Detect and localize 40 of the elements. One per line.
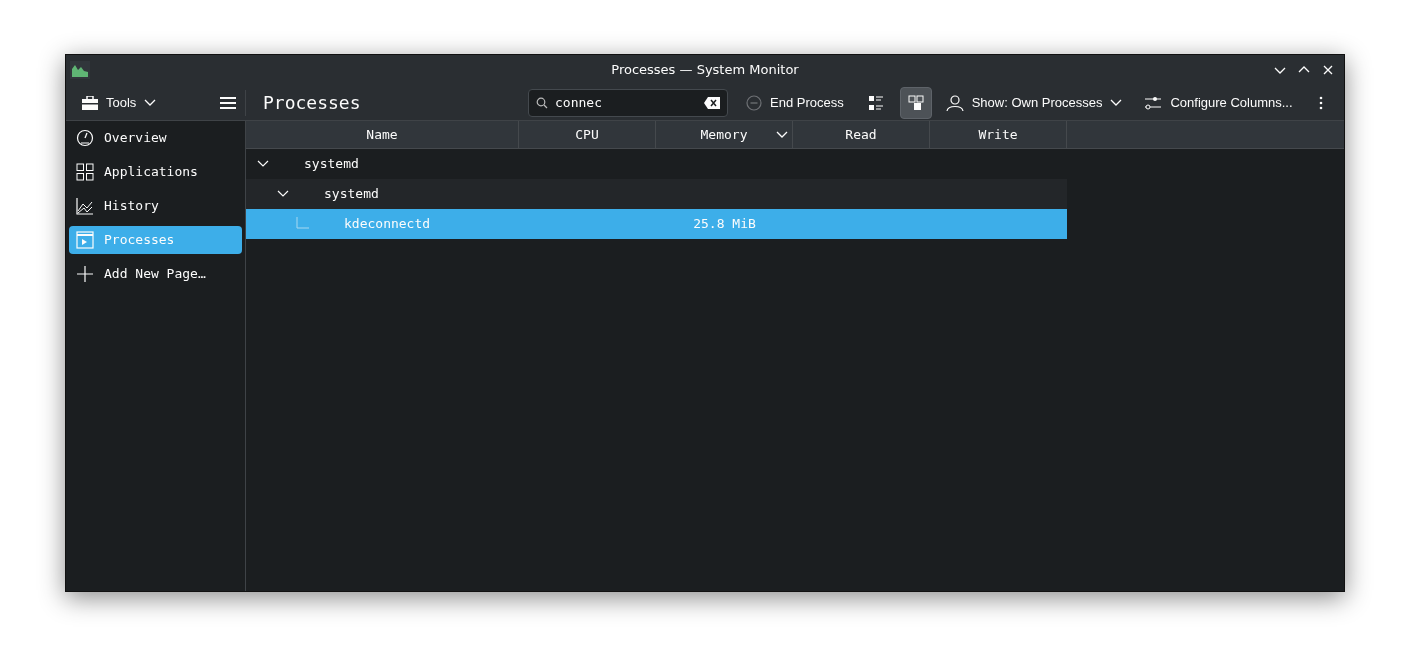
sidebar-item[interactable]: Add New Page… [69,260,242,288]
column-header[interactable]: Read [793,121,930,148]
process-name: systemd [324,185,379,204]
line-chart-icon [76,197,94,215]
sidebar-item[interactable]: History [69,192,242,220]
gauge-icon [76,129,94,147]
plus-icon [76,265,94,283]
tree-branch-line [296,217,310,231]
user-icon [945,93,964,112]
tree-view-icon [907,94,924,111]
sidebar-item[interactable]: Overview [69,124,242,152]
show-filter-dropdown[interactable]: Show: Own Processes [941,88,1127,117]
tools-menu-button[interactable]: Tools [74,89,165,116]
chevron-down-icon [144,98,157,107]
table-cell: 25.8 MiB [693,216,756,232]
more-options-icon[interactable] [1318,95,1323,110]
window-title: Processes — System Monitor [611,61,799,80]
clear-icon[interactable] [704,96,720,109]
column-header[interactable]: CPU [519,121,656,148]
list-view-icon [867,94,884,111]
menu-icon[interactable] [219,95,237,110]
column-header[interactable]: Write [930,121,1067,148]
table-row[interactable]: systemd [246,179,1067,209]
column-header[interactable]: Name [246,121,519,148]
sliders-icon [1144,94,1163,111]
grid-icon [76,163,94,181]
process-name: systemd [304,155,359,174]
search-field[interactable]: connec [528,88,728,117]
stop-icon [746,94,762,111]
configure-columns-button[interactable]: Configure Columns... [1140,88,1297,117]
toolbox-icon [82,95,98,110]
column-header[interactable]: Memory [656,121,793,148]
page-title: Processes [263,91,362,115]
window-play-icon [76,231,94,249]
search-icon [536,96,548,109]
chevron-down-icon [1110,98,1123,107]
app-logo-icon [70,61,90,79]
tree-view-button[interactable] [899,86,932,119]
process-name: kdeconnectd [344,215,431,234]
sidebar-item[interactable]: Applications [69,158,242,186]
